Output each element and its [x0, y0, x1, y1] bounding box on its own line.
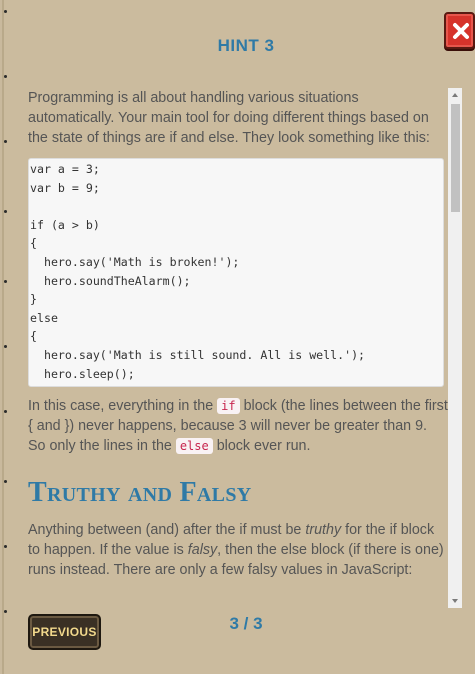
- border-dot: [4, 75, 7, 78]
- emphasis-truthy: truthy: [305, 522, 342, 538]
- scrollbar-thumb[interactable]: [451, 104, 460, 212]
- vertical-scrollbar[interactable]: [448, 88, 462, 608]
- border-dot: [4, 280, 7, 283]
- border-dot: [4, 140, 7, 143]
- border-dot: [4, 545, 7, 548]
- code-block: var a = 3; var b = 9; if (a > b) { hero.…: [28, 158, 444, 387]
- border-dot: [4, 410, 7, 413]
- page-indicator: 3 / 3: [229, 614, 263, 633]
- inline-code-if: if: [217, 398, 240, 414]
- text-span: block ever run.: [212, 438, 311, 454]
- scroll-down-arrow-icon[interactable]: [448, 594, 462, 608]
- hint-content-scroll[interactable]: Programming is all about handling variou…: [28, 88, 448, 606]
- intro-paragraph: Programming is all about handling variou…: [28, 90, 430, 146]
- hint-title: HINT 3: [217, 36, 275, 55]
- section-heading: Truthy and Falsy: [28, 477, 252, 508]
- border-dot: [4, 345, 7, 348]
- border-dot: [4, 610, 7, 613]
- inline-code-else: else: [175, 438, 213, 454]
- text-span: Anything between (and) after the if must…: [28, 522, 306, 538]
- emphasis-falsy: falsy: [187, 542, 218, 558]
- border-dot: [4, 10, 7, 13]
- scroll-up-arrow-icon[interactable]: [448, 88, 462, 102]
- truthy-paragraph: Anything between (and) after the if must…: [28, 520, 448, 580]
- hint-content: Programming is all about handling variou…: [28, 88, 448, 580]
- explanation-paragraph: In this case, everything in the if block…: [28, 396, 448, 456]
- border-dot: [4, 480, 7, 483]
- text-span: In this case, everything in the: [28, 398, 218, 414]
- border-dot: [4, 210, 7, 213]
